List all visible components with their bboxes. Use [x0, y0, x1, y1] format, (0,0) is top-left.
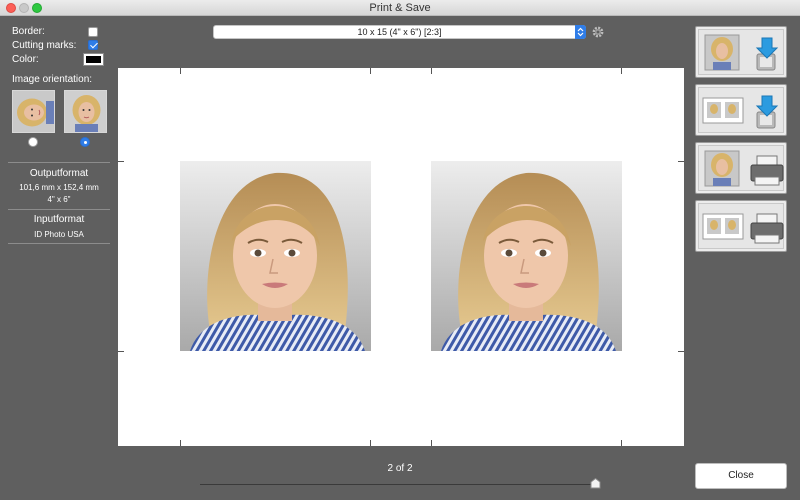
output-size-in: 4" x 6" — [47, 195, 71, 204]
color-swatch-fill — [86, 56, 101, 63]
cutting-mark — [180, 440, 181, 446]
cutting-mark — [678, 161, 684, 162]
orientation-portrait-thumb[interactable] — [64, 90, 107, 133]
border-label: Border: — [12, 26, 45, 37]
page-indicator: 2 of 2 — [387, 463, 413, 474]
cutting-marks-checkbox[interactable] — [88, 40, 98, 50]
cutting-mark — [370, 68, 371, 74]
divider — [8, 209, 110, 210]
border-checkbox[interactable] — [88, 27, 98, 37]
cutting-mark — [180, 68, 181, 74]
printer-icon — [704, 150, 784, 187]
cutting-mark — [621, 68, 622, 74]
orientation-landscape-thumb[interactable] — [12, 90, 55, 133]
input-format-value: ID Photo USA — [34, 230, 84, 239]
title-bar: Print & Save — [0, 0, 800, 16]
page-slider-thumb[interactable] — [590, 478, 601, 489]
divider — [8, 243, 110, 244]
cutting-mark — [118, 161, 124, 162]
print-single-photo-button[interactable] — [695, 142, 787, 194]
color-picker[interactable] — [83, 53, 104, 66]
window-title: Print & Save — [369, 2, 431, 14]
divider — [8, 162, 110, 163]
id-photo — [180, 161, 371, 351]
print-sheet-button[interactable] — [695, 200, 787, 252]
format-select[interactable]: 10 x 15 (4" x 6") [2:3] — [213, 25, 586, 39]
portrait-face-icon — [65, 91, 106, 132]
input-format-heading: Inputformat — [33, 214, 85, 225]
output-format-heading: Outputformat — [29, 168, 89, 179]
cutting-mark — [678, 351, 684, 352]
cutting-mark — [621, 440, 622, 446]
orientation-portrait-radio[interactable] — [80, 137, 90, 147]
cutting-mark — [118, 351, 124, 352]
color-label: Color: — [12, 54, 39, 65]
download-icon — [704, 34, 779, 71]
gear-icon[interactable] — [591, 25, 605, 39]
orientation-label: Image orientation: — [12, 74, 93, 85]
landscape-face-icon — [13, 91, 54, 132]
format-select-value: 10 x 15 (4" x 6") [2:3] — [357, 27, 442, 37]
select-stepper-icon — [575, 25, 586, 39]
print-preview-sheet — [118, 68, 684, 446]
page-slider-track[interactable] — [200, 484, 600, 485]
download-icon — [702, 95, 779, 129]
cutting-mark — [431, 68, 432, 74]
cutting-marks-label: Cutting marks: — [12, 40, 77, 51]
output-size-mm: 101,6 mm x 152,4 mm — [19, 183, 99, 192]
cutting-mark — [431, 440, 432, 446]
save-sheet-button[interactable] — [695, 84, 787, 136]
printer-icon — [702, 213, 784, 244]
orientation-landscape-radio[interactable] — [28, 137, 38, 147]
cutting-mark — [370, 440, 371, 446]
save-single-photo-button[interactable] — [695, 26, 787, 78]
id-photo — [431, 161, 622, 351]
close-button[interactable]: Close — [695, 463, 787, 489]
